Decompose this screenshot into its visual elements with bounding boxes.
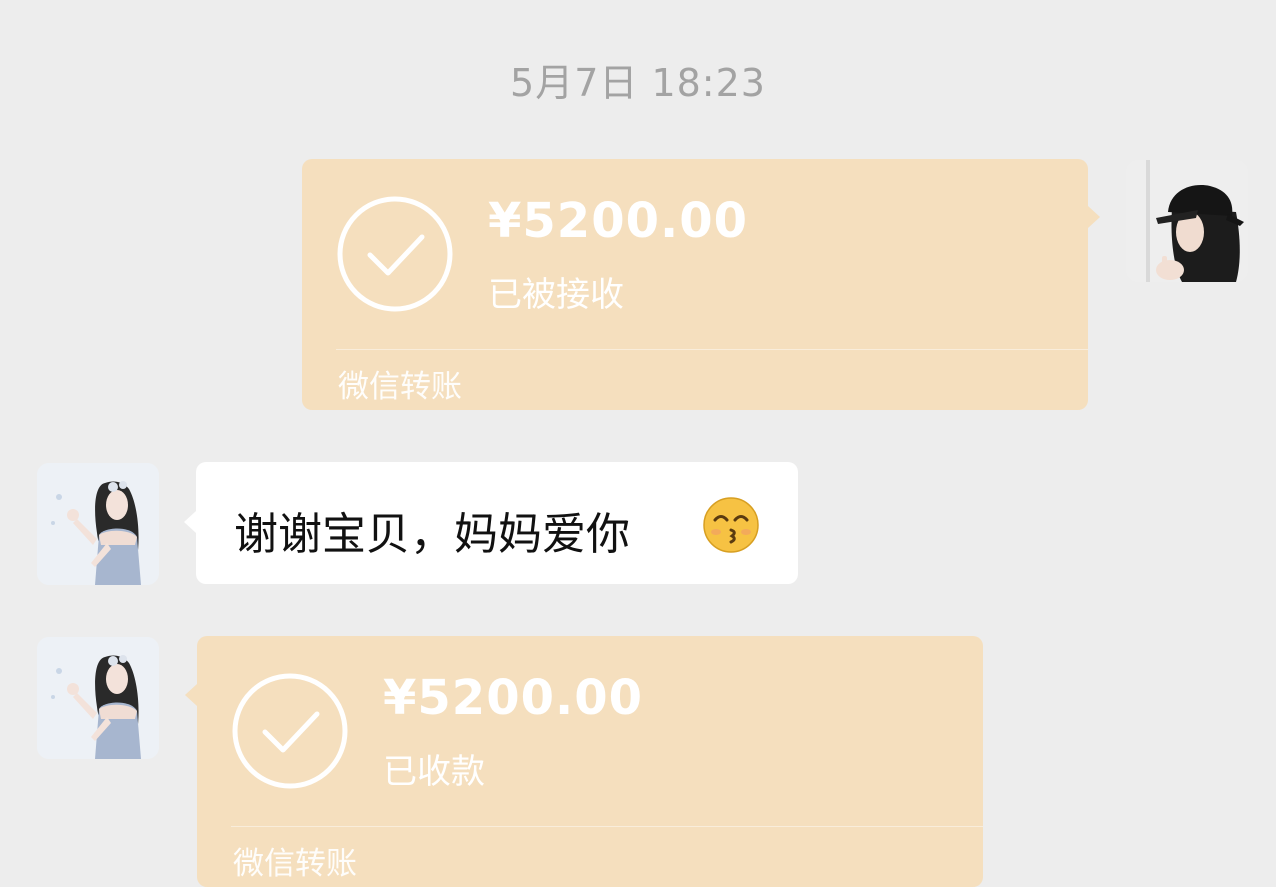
transfer-bubble-received[interactable]: ¥5200.00 已收款 微信转账 [197, 636, 983, 887]
text-message-bubble[interactable]: 谢谢宝贝，妈妈爱你 [196, 462, 798, 584]
transfer-amount: ¥5200.00 [488, 193, 749, 249]
transfer-status: 已收款 [383, 752, 485, 792]
avatar-person-icon [1126, 160, 1248, 282]
kissing-face-emoji-icon [703, 497, 759, 553]
message-text: 谢谢宝贝，妈妈爱你 [234, 509, 630, 560]
avatar-woman-icon [37, 463, 159, 585]
avatar-woman-icon [37, 637, 159, 759]
check-circle-icon [337, 196, 453, 312]
transfer-status: 已被接收 [488, 275, 624, 315]
transfer-footer-label: 微信转账 [338, 369, 462, 405]
bubble-tail [184, 511, 196, 533]
transfer-amount: ¥5200.00 [383, 670, 644, 726]
avatar-self[interactable] [1126, 160, 1248, 282]
transfer-footer-label: 微信转账 [233, 846, 357, 882]
avatar-contact[interactable] [37, 463, 159, 585]
bubble-tail [185, 684, 197, 706]
divider [231, 826, 983, 827]
bubble-tail [1088, 206, 1100, 228]
transfer-bubble-sent[interactable]: ¥5200.00 已被接收 微信转账 [302, 159, 1088, 410]
divider [336, 349, 1088, 350]
avatar-contact[interactable] [37, 637, 159, 759]
message-timestamp: 5月7日 18:23 [510, 61, 766, 105]
check-circle-icon [232, 673, 348, 789]
